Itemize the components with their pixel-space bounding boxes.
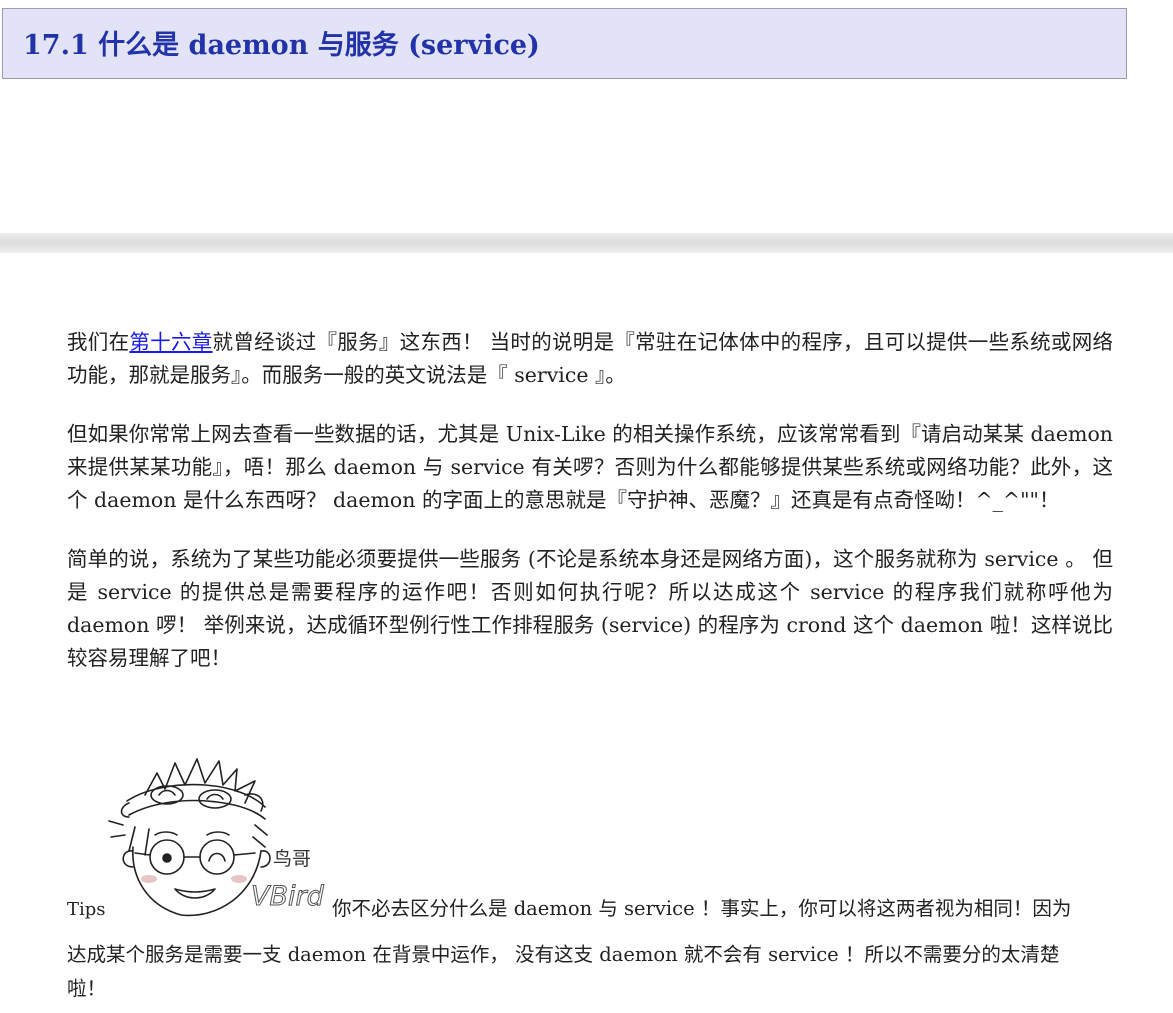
figure-caption-cn: 鸟哥: [273, 848, 311, 870]
tips-text-continued: 达成某个服务是需要一支 daemon 在背景中运作， 没有这支 daemon 就…: [67, 938, 1113, 1006]
horizontal-divider: [0, 233, 1173, 253]
section-header: 17.1 什么是 daemon 与服务 (service): [2, 8, 1127, 79]
chapter-16-link[interactable]: 第十六章: [129, 330, 212, 354]
p1-text-after: 就曾经谈过『服务』这东西！ 当时的说明是『常驻在记体体中的程序，且可以提供一些系…: [67, 330, 1114, 387]
paragraph-3: 简单的说，系统为了某些功能必须要提供一些服务 (不论是系统本身还是网络方面)，这…: [67, 547, 1113, 670]
vbird-mascot-icon: 鸟哥 VBird: [108, 758, 325, 917]
tips-label: Tips: [67, 899, 106, 920]
tips-text-line-1: 你不必去区分什么是 daemon 与 service ！事实上，你可以将这两者视…: [332, 897, 1072, 920]
p1-text-before: 我们在: [67, 330, 130, 354]
tips-text-line-3: 啦！: [67, 977, 107, 1000]
article-body: 我们在第十六章就曾经谈过『服务』这东西！ 当时的说明是『常驻在记体体中的程序，且…: [67, 326, 1113, 701]
tips-text-line-2: 达成某个服务是需要一支 daemon 在背景中运作， 没有这支 daemon 就…: [67, 943, 1060, 966]
figure-caption-en: VBird: [251, 881, 325, 912]
paragraph-1: 我们在第十六章就曾经谈过『服务』这东西！ 当时的说明是『常驻在记体体中的程序，且…: [67, 326, 1113, 392]
section-title: 17.1 什么是 daemon 与服务 (service): [23, 30, 540, 61]
paragraph-2: 但如果你常常上网去查看一些数据的话，尤其是 Unix-Like 的相关操作系统，…: [67, 422, 1113, 512]
